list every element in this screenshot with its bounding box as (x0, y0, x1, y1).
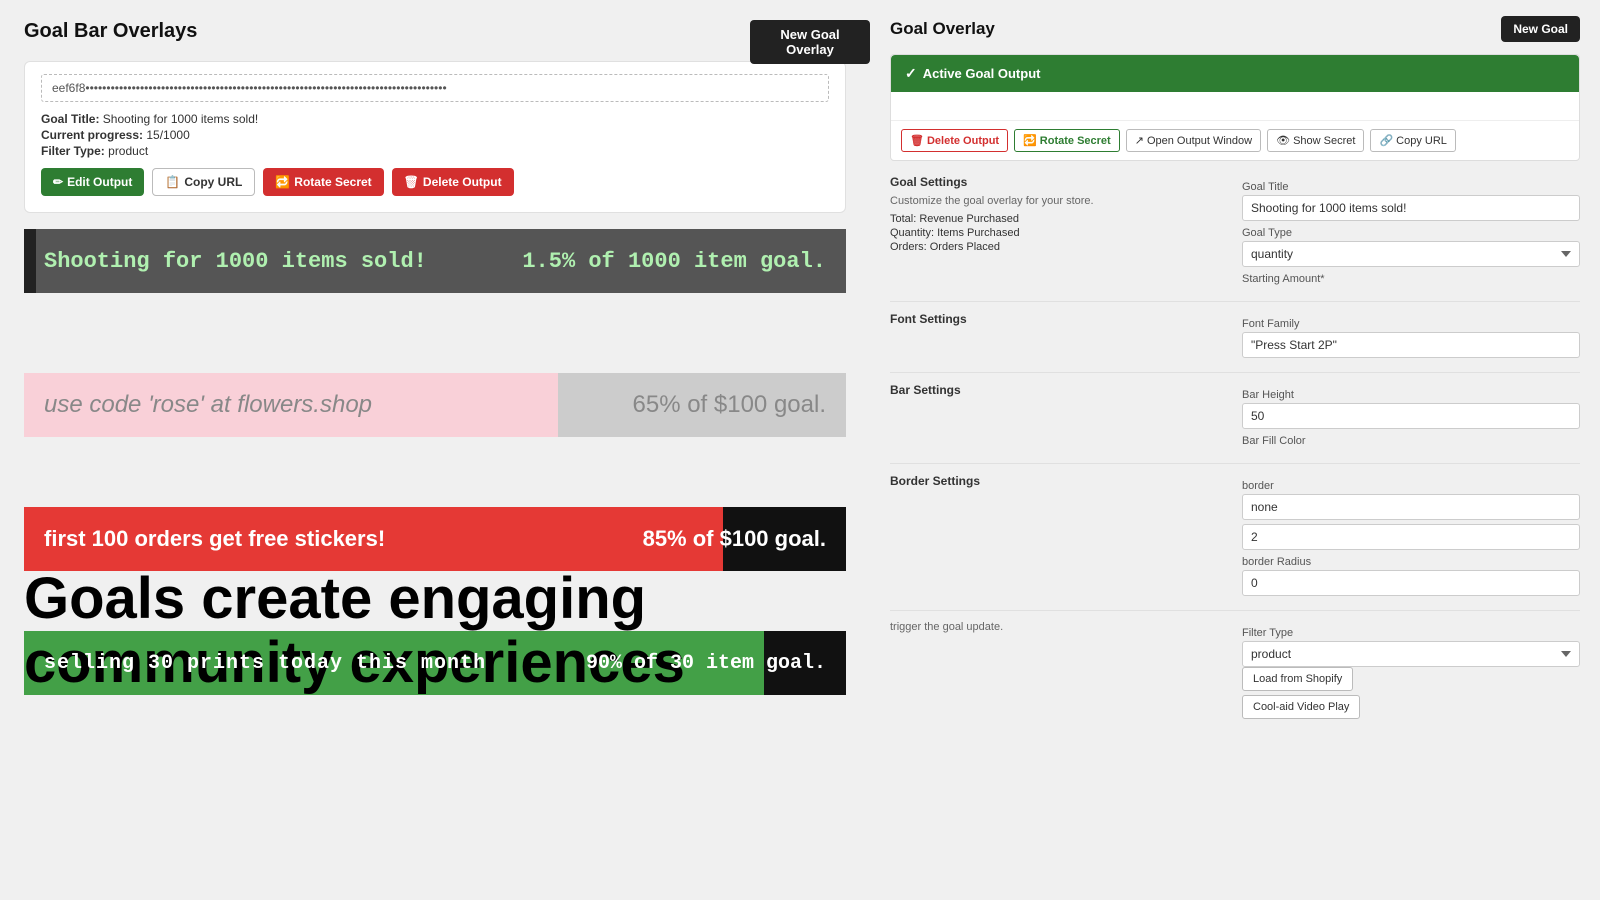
divider-4 (890, 610, 1580, 611)
goal-bar-2-right-label: 65% of $100 goal. (633, 391, 847, 419)
border-label: border (1242, 480, 1580, 492)
current-progress-meta: Current progress: 15/1000 (41, 128, 829, 142)
border-settings-section: Border Settings (890, 474, 1228, 596)
border-radius-input[interactable] (1242, 570, 1580, 596)
go-show-secret-button[interactable]: 👁 Show Secret (1267, 129, 1364, 152)
go-delete-output-button[interactable]: 🗑 Delete Output (901, 129, 1008, 152)
goal-output-preview (891, 92, 1579, 120)
border-settings-grid: Border Settings border border Radius (890, 474, 1580, 596)
type-item-1: Total: Revenue Purchased (890, 213, 1228, 225)
right-panel-header: Goal Overlay New Goal (890, 16, 1580, 42)
page-title: Goal Bar Overlays (24, 20, 846, 43)
goal-bar-3-left-label: first 100 orders get free stickers! (24, 526, 643, 552)
edit-output-button[interactable]: ✏ Edit Output (41, 168, 144, 196)
goal-bar-4-left-label: selling 30 prints today this month (24, 652, 586, 675)
divider-3 (890, 463, 1580, 464)
filter-type-label: Filter Type (1242, 627, 1580, 639)
goal-output-actions: 🗑 Delete Output 🔁 Rotate Secret ↗ Open O… (891, 120, 1579, 160)
bar-values-section: Bar Height Bar Fill Color (1242, 383, 1580, 449)
font-settings-grid: Font Settings Font Family (890, 312, 1580, 358)
trash-icon-small: 🗑 (910, 134, 924, 147)
go-open-output-window-button[interactable]: ↗ Open Output Window (1126, 129, 1261, 152)
go-copy-url-button[interactable]: 🔗 Copy URL (1370, 129, 1455, 152)
goal-bar-2: use code 'rose' at flowers.shop 65% of $… (24, 373, 846, 437)
tagline: Goals create engaging community experien… (24, 567, 870, 695)
new-goal-overlay-button[interactable]: New Goal Overlay (750, 20, 870, 64)
right-panel-title: Goal Overlay (890, 19, 995, 39)
filter-type-select[interactable]: product (1242, 641, 1580, 667)
trash-icon: 🗑 (404, 175, 419, 189)
starting-amount-label: Starting Amount* (1242, 273, 1580, 285)
delete-output-button[interactable]: 🗑 Delete Output (392, 168, 514, 196)
cool-aid-video-play-button[interactable]: Cool-aid Video Play (1242, 695, 1360, 719)
goal-bar-2-left-label: use code 'rose' at flowers.shop (24, 391, 633, 419)
goal-bar-1-left-label: Shooting for 1000 items sold! (24, 249, 522, 274)
eye-icon: 👁 (1276, 134, 1290, 147)
url-card: Goal Title: Shooting for 1000 items sold… (24, 61, 846, 213)
action-buttons: ✏ Edit Output 📋 Copy URL 🔁 Rotate Secret… (41, 168, 829, 196)
border-settings-title: Border Settings (890, 474, 1228, 488)
left-panel: Goal Bar Overlays New Goal Overlay Goal … (0, 0, 870, 715)
type-item-2: Quantity: Items Purchased (890, 227, 1228, 239)
copy-icon: 📋 (165, 175, 180, 189)
active-goal-bar: ✓ Active Goal Output (891, 55, 1579, 92)
pencil-icon: ✏ (53, 175, 63, 189)
font-family-label: Font Family (1242, 318, 1580, 330)
load-from-shopify-button[interactable]: Load from Shopify (1242, 667, 1353, 691)
goal-title-label: Goal Title (1242, 181, 1580, 193)
goal-bar-3-right-label: 85% of $100 goal. (643, 526, 846, 552)
divider-1 (890, 301, 1580, 302)
goal-type-select[interactable]: quantity (1242, 241, 1580, 267)
font-family-input[interactable] (1242, 332, 1580, 358)
bar-height-label: Bar Height (1242, 389, 1580, 401)
goal-title-meta: Goal Title: Shooting for 1000 items sold… (41, 112, 829, 126)
right-panel: Goal Overlay New Goal ✓ Active Goal Outp… (870, 0, 1600, 753)
goal-settings-title: Goal Settings (890, 175, 1228, 189)
goal-meta: Goal Title: Shooting for 1000 items sold… (41, 112, 829, 158)
goal-settings-desc: Customize the goal overlay for your stor… (890, 195, 1228, 207)
go-rotate-secret-button[interactable]: 🔁 Rotate Secret (1014, 129, 1120, 152)
url-input[interactable] (41, 74, 829, 102)
copy-link-icon: 🔗 (1379, 134, 1393, 147)
bar-settings-title: Bar Settings (890, 383, 1228, 397)
new-goal-right-button[interactable]: New Goal (1501, 16, 1580, 42)
border-input[interactable] (1242, 494, 1580, 520)
goal-settings-section: Goal Settings Customize the goal overlay… (890, 175, 1228, 287)
divider-2 (890, 372, 1580, 373)
goal-bar-1-right-label: 1.5% of 1000 item goal. (522, 249, 846, 274)
filter-settings-grid: trigger the goal update. Filter Type pro… (890, 621, 1580, 723)
bar-settings-grid: Bar Settings Bar Height Bar Fill Color (890, 383, 1580, 449)
goal-type-label: Goal Type (1242, 227, 1580, 239)
filter-type-meta: Filter Type: product (41, 144, 829, 158)
font-settings-section: Font Settings (890, 312, 1228, 358)
goal-title-input[interactable] (1242, 195, 1580, 221)
goal-bar-3: first 100 orders get free stickers! 85% … (24, 507, 846, 571)
check-icon: ✓ (905, 65, 917, 82)
copy-url-button[interactable]: 📋 Copy URL (152, 168, 255, 196)
rotate-secret-button[interactable]: 🔁 Rotate Secret (263, 168, 383, 196)
filter-settings-left: trigger the goal update. (890, 621, 1228, 723)
bar-height-input[interactable] (1242, 403, 1580, 429)
font-family-section: Font Family (1242, 312, 1580, 358)
goal-title-section: Goal Title Goal Type quantity Starting A… (1242, 175, 1580, 287)
goal-bar-1: Shooting for 1000 items sold! 1.5% of 10… (24, 229, 846, 293)
rotate-icon-small: 🔁 (1023, 134, 1037, 147)
filter-trigger-desc: trigger the goal update. (890, 621, 1228, 633)
bar-fill-color-label: Bar Fill Color (1242, 435, 1580, 447)
border-radius-label: border Radius (1242, 556, 1580, 568)
filter-settings-right: Filter Type product Load from Shopify Co… (1242, 621, 1580, 723)
border-value2-input[interactable] (1242, 524, 1580, 550)
active-goal-label: Active Goal Output (923, 66, 1041, 81)
type-item-3: Orders: Orders Placed (890, 241, 1228, 253)
font-settings-title: Font Settings (890, 312, 1228, 326)
border-values-section: border border Radius (1242, 474, 1580, 596)
goal-bar-4-right-label: 90% of 30 item goal. (586, 652, 846, 675)
settings-grid: Goal Settings Customize the goal overlay… (890, 175, 1580, 287)
external-link-icon: ↗ (1135, 134, 1144, 147)
bar-settings-section: Bar Settings (890, 383, 1228, 449)
goal-output-card: ✓ Active Goal Output 🗑 Delete Output 🔁 R… (890, 54, 1580, 161)
rotate-icon: 🔁 (275, 175, 290, 189)
